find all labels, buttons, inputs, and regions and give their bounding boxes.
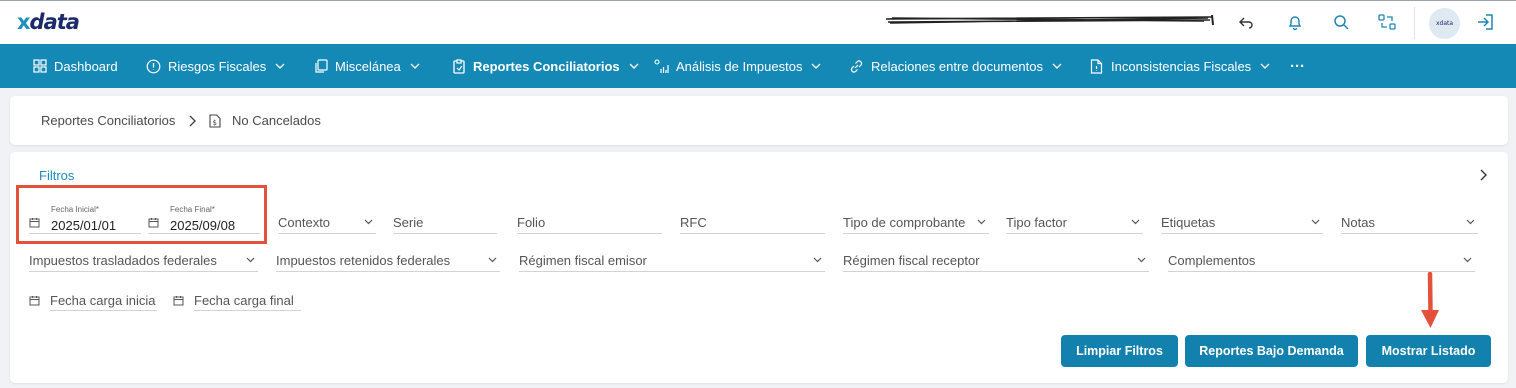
chevron-down-icon xyxy=(1137,257,1146,263)
serie-input[interactable]: Serie xyxy=(393,208,497,234)
notas-label: Notas xyxy=(1341,215,1375,230)
chevron-down-icon xyxy=(488,257,497,263)
folio-input[interactable]: Folio xyxy=(517,208,662,234)
alert-circle-icon xyxy=(146,59,161,74)
chevron-down-icon xyxy=(1463,257,1472,263)
chevron-down-icon xyxy=(275,61,285,71)
rfc-label: RFC xyxy=(680,215,707,230)
nav-label: Miscelánea xyxy=(335,58,401,74)
main-nav: Dashboard Riesgos Fiscales Miscelánea Re… xyxy=(0,44,1516,88)
link-icon xyxy=(849,59,864,74)
breadcrumb: Reportes Conciliatorios $ No Cancelados xyxy=(10,96,1508,145)
regimen-emisor-label: Régimen fiscal emisor xyxy=(519,253,647,268)
tipo-factor-label: Tipo factor xyxy=(1006,215,1067,230)
nav-label: Inconsistencias Fiscales xyxy=(1111,58,1252,74)
nav-item-riesgos-fiscales[interactable]: Riesgos Fiscales xyxy=(146,44,285,88)
chevron-right-icon xyxy=(189,115,196,127)
fecha-carga-final-label: Fecha carga final xyxy=(194,293,294,308)
top-bar: xdata xdata xyxy=(0,0,1516,44)
avatar[interactable]: xdata xyxy=(1429,8,1460,39)
complementos-label: Complementos xyxy=(1168,253,1256,268)
impuestos-retenidos-select[interactable]: Impuestos retenidos federales xyxy=(276,246,500,272)
bell-icon[interactable] xyxy=(1284,11,1306,33)
impuestos-trasladados-label: Impuestos trasladados federales xyxy=(29,253,217,268)
app-logo[interactable]: xdata xyxy=(17,10,80,34)
regimen-emisor-select[interactable]: Régimen fiscal emisor xyxy=(519,246,825,272)
divider xyxy=(1414,7,1415,39)
serie-label: Serie xyxy=(393,215,424,230)
breadcrumb-root[interactable]: Reportes Conciliatorios xyxy=(41,113,175,128)
mostrar-listado-button[interactable]: Mostrar Listado xyxy=(1366,335,1491,367)
document-dollar-icon: $ xyxy=(209,114,221,128)
chevron-right-icon[interactable] xyxy=(1478,169,1490,181)
nav-item-reportes-conciliatorios[interactable]: Reportes Conciliatorios xyxy=(451,44,639,88)
swap-icon[interactable] xyxy=(1376,11,1398,33)
fecha-carga-inicial-field[interactable]: Fecha carga inicia xyxy=(29,285,157,311)
chevron-down-icon xyxy=(1052,61,1062,71)
nav-item-miscelanea[interactable]: Miscelánea xyxy=(313,44,420,88)
filters-title[interactable]: Filtros xyxy=(39,168,74,183)
complementos-select[interactable]: Complementos xyxy=(1168,246,1475,272)
chevron-down-icon xyxy=(1131,219,1140,225)
reportes-bajo-demanda-button[interactable]: Reportes Bajo Demanda xyxy=(1185,335,1358,367)
etiquetas-label: Etiquetas xyxy=(1161,215,1216,230)
chevron-down-icon xyxy=(364,219,373,225)
fecha-carga-final-field[interactable]: Fecha carga final xyxy=(173,285,301,311)
etiquetas-select[interactable]: Etiquetas xyxy=(1161,208,1323,234)
nav-label: Riesgos Fiscales xyxy=(168,58,267,74)
nav-item-relaciones-documentos[interactable]: Relaciones entre documentos xyxy=(849,44,1062,88)
chevron-down-icon xyxy=(813,257,822,263)
chevron-down-icon xyxy=(246,257,255,263)
chevron-down-icon xyxy=(1466,219,1475,225)
nav-more-button[interactable]: ··· xyxy=(1290,44,1305,88)
calendar-icon xyxy=(173,296,184,306)
impuestos-retenidos-label: Impuestos retenidos federales xyxy=(276,253,451,268)
redacted-scribble xyxy=(885,14,1214,26)
file-icon xyxy=(1089,58,1104,74)
bar-chart-icon xyxy=(654,58,669,74)
impuestos-trasladados-select[interactable]: Impuestos trasladados federales xyxy=(29,246,258,272)
nav-item-analisis-impuestos[interactable]: Análisis de Impuestos xyxy=(654,44,821,88)
contexto-select[interactable]: Contexto xyxy=(278,208,376,234)
nav-label: Dashboard xyxy=(54,58,118,74)
nav-item-inconsistencias-fiscales[interactable]: Inconsistencias Fiscales xyxy=(1089,44,1270,88)
svg-text:$: $ xyxy=(213,119,217,127)
breadcrumb-current: No Cancelados xyxy=(232,113,321,128)
nav-item-dashboard[interactable]: Dashboard xyxy=(32,44,118,88)
nav-label: Relaciones entre documentos xyxy=(871,58,1043,74)
annotation-arrow-icon xyxy=(1421,272,1439,328)
filters-panel: Filtros Fecha Inicial* 2025/01/01 Fecha … xyxy=(10,152,1508,383)
calendar-icon xyxy=(29,296,40,306)
tipo-comprobante-select[interactable]: Tipo de comprobante xyxy=(843,208,989,234)
limpiar-filtros-button[interactable]: Limpiar Filtros xyxy=(1061,335,1178,367)
copy-icon xyxy=(313,59,328,74)
chevron-down-icon xyxy=(977,219,986,225)
chevron-down-icon xyxy=(1260,61,1270,71)
tipo-factor-select[interactable]: Tipo factor xyxy=(1006,208,1143,234)
chevron-down-icon xyxy=(410,61,420,71)
date-range-highlight xyxy=(16,185,267,244)
contexto-label: Contexto xyxy=(278,215,331,230)
notas-select[interactable]: Notas xyxy=(1341,208,1478,234)
folio-label: Folio xyxy=(517,215,546,230)
tipo-comprobante-label: Tipo de comprobante xyxy=(843,215,966,230)
regimen-receptor-select[interactable]: Régimen fiscal receptor xyxy=(843,246,1149,272)
fecha-carga-inicial-label: Fecha carga inicia xyxy=(50,293,156,308)
grid-icon xyxy=(32,59,47,74)
chevron-down-icon xyxy=(1311,219,1320,225)
nav-label: Análisis de Impuestos xyxy=(676,58,803,74)
undo-icon[interactable] xyxy=(1235,11,1257,33)
chevron-down-icon xyxy=(811,61,821,71)
regimen-receptor-label: Régimen fiscal receptor xyxy=(843,253,980,268)
nav-label: Reportes Conciliatorios xyxy=(473,58,620,74)
logout-icon[interactable] xyxy=(1474,11,1496,33)
chevron-down-icon xyxy=(629,61,639,71)
clipboard-icon xyxy=(451,58,466,74)
search-icon[interactable] xyxy=(1330,11,1352,33)
rfc-input[interactable]: RFC xyxy=(680,208,825,234)
